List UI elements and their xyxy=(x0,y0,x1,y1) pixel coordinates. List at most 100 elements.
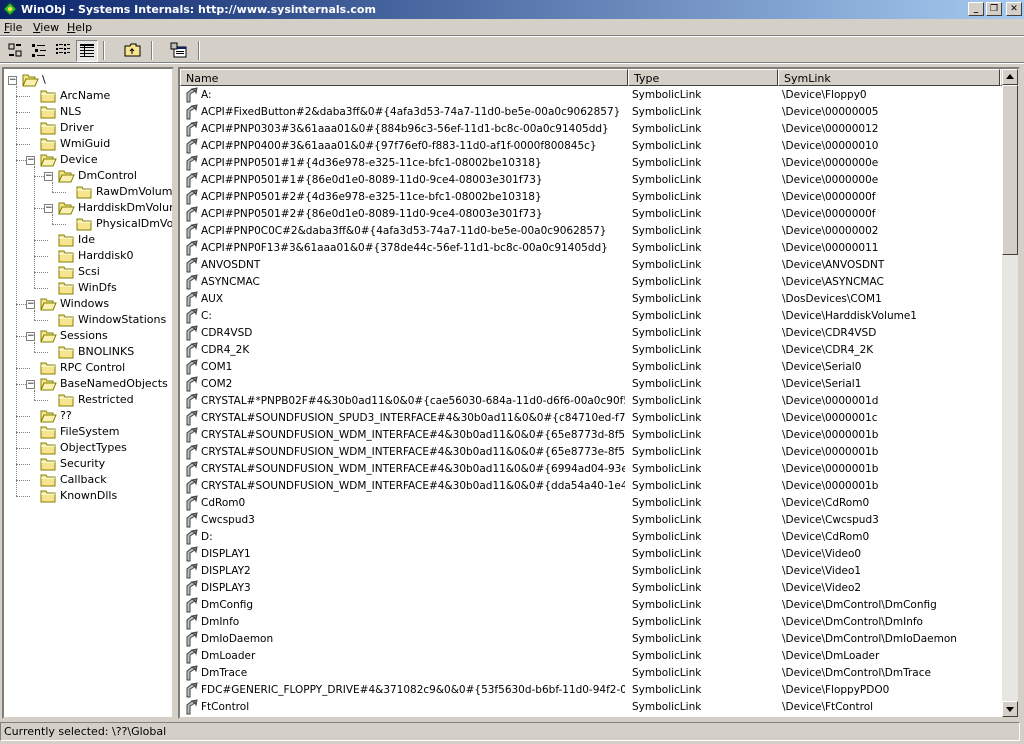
cell-name: Cwcspud3 xyxy=(201,514,255,526)
list-row[interactable]: FtControl SymbolicLink \Device\FtControl xyxy=(180,699,1002,716)
list-row[interactable]: DmIoDaemon SymbolicLink \Device\DmControl\… xyxy=(180,631,1002,648)
list-row[interactable]: DmConfig SymbolicLink \Device\DmControl\Dm… xyxy=(180,597,1002,614)
list-row[interactable]: ACPI#PNP0501#1#{4d36e978-e325-11ce-bfc1-… xyxy=(180,155,1002,172)
tree-node-label: PhysicalDmVolumes xyxy=(96,217,174,230)
collapse-toggle-icon[interactable]: − xyxy=(44,204,53,213)
scroll-up-button[interactable] xyxy=(1002,69,1018,85)
list-row[interactable]: DISPLAY3 SymbolicLink \Device\Video2 xyxy=(180,580,1002,597)
list-row[interactable]: DmInfo SymbolicLink \Device\DmControl\DmIn… xyxy=(180,614,1002,631)
list-row[interactable]: CRYSTAL#SOUNDFUSION_WDM_INTERFACE#4&30b0… xyxy=(180,478,1002,495)
up-one-level-button[interactable] xyxy=(122,40,144,62)
object-list[interactable]: Name Type SymLink A: SymbolicLink \Device\… xyxy=(178,67,1020,719)
list-row[interactable]: CRYSTAL#SOUNDFUSION_WDM_INTERFACE#4&30b0… xyxy=(180,444,1002,461)
object-tree[interactable]: \ − ArcName NLS Driver WmiGuid Device − DmContro… xyxy=(2,67,174,719)
list-row[interactable]: ANVOSDNT SymbolicLink \Device\ANVOSDNT xyxy=(180,257,1002,274)
list-row[interactable]: AUX SymbolicLink \DosDevices\COM1 xyxy=(180,291,1002,308)
scroll-thumb[interactable] xyxy=(1002,85,1018,255)
list-row[interactable]: D: SymbolicLink \Device\CdRom0 xyxy=(180,529,1002,546)
tree-node-label: \ xyxy=(42,73,46,86)
folder-icon xyxy=(58,393,75,410)
list-row[interactable]: ACPI#PNP0C0C#2&daba3ff&0#{4afa3d53-74a7-… xyxy=(180,223,1002,240)
list-row[interactable]: ASYNCMAC SymbolicLink \Device\ASYNCMAC xyxy=(180,274,1002,291)
collapse-toggle-icon[interactable]: − xyxy=(26,300,35,309)
list-row[interactable]: CRYSTAL#SOUNDFUSION_SPUD3_INTERFACE#4&30… xyxy=(180,410,1002,427)
close-button[interactable]: ✕ xyxy=(1006,2,1022,16)
cell-name: C: xyxy=(201,310,212,322)
list-row[interactable]: CdRom0 SymbolicLink \Device\CdRom0 xyxy=(180,495,1002,512)
folder-open-icon xyxy=(58,169,75,186)
vertical-scrollbar[interactable] xyxy=(1002,69,1018,717)
cell-symlink: \Device\0000000f xyxy=(782,208,876,220)
scroll-down-button[interactable] xyxy=(1002,701,1018,717)
folder-icon xyxy=(40,425,57,442)
list-row[interactable]: CDR4_2K SymbolicLink \Device\CDR4_2K xyxy=(180,342,1002,359)
cell-name: AUX xyxy=(201,293,224,305)
toolbar-separator xyxy=(103,41,105,60)
properties-icon xyxy=(170,42,188,61)
column-header-name[interactable]: Name xyxy=(180,69,628,86)
title-bar[interactable]: WinObj - Systems Internals: http://www.s… xyxy=(0,0,1024,19)
folder-icon xyxy=(40,137,57,154)
list-row[interactable]: DISPLAY2 SymbolicLink \Device\Video1 xyxy=(180,563,1002,580)
list-row[interactable]: COM1 SymbolicLink \Device\Serial0 xyxy=(180,359,1002,376)
cell-name: DmInfo xyxy=(201,616,240,628)
list-header: Name Type SymLink xyxy=(180,69,1018,86)
properties-button[interactable] xyxy=(168,40,190,62)
collapse-toggle-icon[interactable]: − xyxy=(8,76,17,85)
cell-type: SymbolicLink xyxy=(632,565,702,577)
restore-button[interactable]: ❐ xyxy=(986,2,1002,16)
menu-view[interactable]: View xyxy=(33,21,59,34)
large-icons-view-button[interactable] xyxy=(4,40,26,62)
list-row[interactable]: DmTrace SymbolicLink \Device\DmControl\DmT… xyxy=(180,665,1002,682)
list-row[interactable]: ACPI#PNP0303#3&61aaa01&0#{884b96c3-56ef-… xyxy=(180,121,1002,138)
folder-icon xyxy=(40,361,57,378)
cell-type: SymbolicLink xyxy=(632,123,702,135)
list-row[interactable]: ACPI#PNP0501#2#{4d36e978-e325-11ce-bfc1-… xyxy=(180,189,1002,206)
list-row[interactable]: CRYSTAL#SOUNDFUSION_WDM_INTERFACE#4&30b0… xyxy=(180,461,1002,478)
list-row[interactable]: Cwcspud3 SymbolicLink \Device\Cwcspud3 xyxy=(180,512,1002,529)
window-title: WinObj - Systems Internals: http://www.s… xyxy=(21,3,376,16)
cell-name: CRYSTAL#SOUNDFUSION_WDM_INTERFACE#4&30b0… xyxy=(201,463,625,475)
collapse-toggle-icon[interactable]: − xyxy=(26,332,35,341)
details-view-button[interactable] xyxy=(76,40,98,62)
cell-symlink: \Device\0000001b xyxy=(782,429,879,441)
collapse-toggle-icon[interactable]: − xyxy=(26,380,35,389)
tree-node-label: Security xyxy=(60,457,106,470)
tree-node-label: BaseNamedObjects xyxy=(60,377,168,390)
list-row[interactable]: CRYSTAL#SOUNDFUSION_WDM_INTERFACE#4&30b0… xyxy=(180,427,1002,444)
list-row[interactable]: ACPI#PNP0400#3&61aaa01&0#{97f76ef0-f883-… xyxy=(180,138,1002,155)
list-row[interactable]: FDC#GENERIC_FLOPPY_DRIVE#4&371082c9&0&0#… xyxy=(180,682,1002,699)
minimize-button[interactable]: _ xyxy=(968,2,984,16)
cell-type: SymbolicLink xyxy=(632,548,702,560)
list-row[interactable]: ACPI#PNP0501#1#{86e0d1e0-8089-11d0-9ce4-… xyxy=(180,172,1002,189)
column-header-type[interactable]: Type xyxy=(628,69,778,86)
list-row[interactable]: ACPI#PNP0501#2#{86e0d1e0-8089-11d0-9ce4-… xyxy=(180,206,1002,223)
column-header-symlink[interactable]: SymLink xyxy=(778,69,1000,86)
list-row[interactable]: DmLoader SymbolicLink \Device\DmLoader xyxy=(180,648,1002,665)
menu-file[interactable]: File xyxy=(4,21,22,34)
menu-help[interactable]: Help xyxy=(67,21,92,34)
winobj-icon xyxy=(3,2,18,17)
cell-symlink: \Device\0000001d xyxy=(782,395,879,407)
list-row[interactable]: DISPLAY1 SymbolicLink \Device\Video0 xyxy=(180,546,1002,563)
cell-name: ACPI#FixedButton#2&daba3ff&0#{4afa3d53-7… xyxy=(201,106,621,118)
list-row[interactable]: C: SymbolicLink \Device\HarddiskVolume1 xyxy=(180,308,1002,325)
list-row[interactable]: COM2 SymbolicLink \Device\Serial1 xyxy=(180,376,1002,393)
tree-node-label: Sessions xyxy=(60,329,108,342)
cell-symlink: \Device\DmControl\DmIoDaemon xyxy=(782,633,957,645)
collapse-toggle-icon[interactable]: − xyxy=(44,172,53,181)
folder-icon xyxy=(40,121,57,138)
cell-name: DISPLAY3 xyxy=(201,582,251,594)
folder-open-icon xyxy=(58,201,75,218)
cell-name: FtControl xyxy=(201,701,250,713)
list-row[interactable]: CRYSTAL#*PNPB02F#4&30b0ad11&0&0#{cae5603… xyxy=(180,393,1002,410)
list-row[interactable]: A: SymbolicLink \Device\Floppy0 xyxy=(180,87,1002,104)
folder-icon xyxy=(58,281,75,298)
list-row[interactable]: ACPI#PNP0F13#3&61aaa01&0#{378de44c-56ef-… xyxy=(180,240,1002,257)
list-row[interactable]: CDR4VSD SymbolicLink \Device\CDR4VSD xyxy=(180,325,1002,342)
collapse-toggle-icon[interactable]: − xyxy=(26,156,35,165)
small-icons-view-button[interactable] xyxy=(28,40,50,62)
cell-symlink: \Device\ANVOSDNT xyxy=(782,259,885,271)
list-view-button[interactable] xyxy=(52,40,74,62)
list-row[interactable]: ACPI#FixedButton#2&daba3ff&0#{4afa3d53-7… xyxy=(180,104,1002,121)
